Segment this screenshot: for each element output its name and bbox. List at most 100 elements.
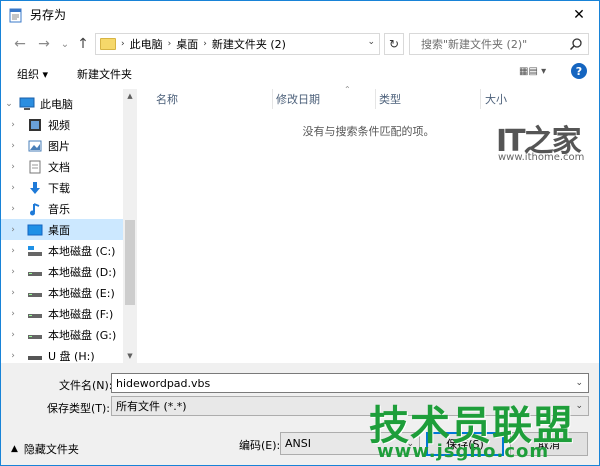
back-button[interactable]: ← (11, 35, 29, 53)
breadcrumb-separator-icon: › (203, 39, 207, 49)
tree-item-label: 本地磁盘 (G:) (48, 328, 117, 342)
scroll-up-icon[interactable]: ▲ (123, 89, 137, 103)
close-button[interactable]: ✕ (559, 1, 599, 28)
breadcrumb-desktop[interactable]: 桌面 (176, 36, 198, 52)
chevron-right-icon[interactable]: › (5, 246, 21, 256)
tree-item-label: 本地磁盘 (F:) (48, 307, 114, 321)
encoding-label: 编码(E): (239, 439, 281, 452)
drive-icon (27, 328, 43, 342)
tree-item-0[interactable]: ⌄ 此电脑 (1, 93, 123, 114)
jsgho-url: www.jsgho.com (377, 441, 550, 462)
chevron-right-icon[interactable]: › (5, 141, 21, 151)
column-type[interactable]: 类型 (376, 89, 481, 109)
up-button[interactable]: ↑ (74, 35, 92, 53)
drive-c-icon (27, 244, 43, 258)
hide-folders-label: 隐藏文件夹 (23, 443, 79, 456)
tree-item-label: 此电脑 (40, 97, 73, 111)
refresh-button[interactable]: ↻ (384, 33, 404, 55)
tree-item-1[interactable]: › 视频 (1, 114, 123, 135)
new-folder-button[interactable]: 新建文件夹 (77, 66, 132, 82)
filename-value: hidewordpad.vbs (116, 376, 211, 390)
tree-item-label: 下载 (48, 181, 70, 195)
up-arrow-icon: ↑ (77, 36, 89, 52)
desktop-icon (27, 223, 43, 237)
recent-locations-button[interactable]: ⌄ (56, 35, 74, 53)
tree-item-7[interactable]: › 本地磁盘 (C:) (1, 240, 123, 261)
chevron-right-icon[interactable]: › (5, 351, 21, 361)
document-icon (27, 160, 43, 174)
chevron-right-icon[interactable]: › (5, 225, 21, 235)
column-size[interactable]: 大小 (481, 89, 571, 109)
chevron-right-icon[interactable]: › (5, 330, 21, 340)
organize-menu[interactable]: 组织 ▾ (17, 66, 48, 82)
title-bar: 另存为 ✕ (1, 1, 599, 28)
chevron-down-icon[interactable]: ⌄ (1, 99, 17, 109)
breadcrumb-separator-icon: › (121, 39, 125, 49)
drive-icon (27, 286, 43, 300)
column-date-modified[interactable]: 修改日期 (273, 89, 376, 109)
filetype-dropdown-icon: ⌄ (575, 401, 583, 411)
tree-item-6[interactable]: › 桌面 (1, 219, 123, 240)
navigation-pane: ⌄ 此电脑 › 视频 › 图片 › 文档 › 下载 › 音乐 › 桌面 › 本地磁盘 (C:) › 本地磁盘 (D… (1, 89, 138, 363)
tree-item-label: 图片 (48, 139, 70, 153)
usb-drive-icon (27, 349, 43, 363)
scrollbar-thumb[interactable] (125, 220, 135, 305)
tree-item-label: 本地磁盘 (E:) (48, 286, 115, 300)
chevron-right-icon[interactable]: › (5, 183, 21, 193)
drive-icon (27, 307, 43, 321)
filetype-value: 所有文件 (*.*) (116, 400, 187, 413)
tree-item-label: 文档 (48, 160, 70, 174)
chevron-right-icon[interactable]: › (5, 204, 21, 214)
chevron-right-icon[interactable]: › (5, 288, 21, 298)
chevron-right-icon[interactable]: › (5, 309, 21, 319)
chevron-up-icon: ▲ (11, 444, 18, 454)
view-options-icon[interactable]: ▦▤ ▾ (519, 66, 547, 80)
tree-item-3[interactable]: › 文档 (1, 156, 123, 177)
filename-dropdown-icon[interactable]: ⌄ (575, 378, 583, 388)
search-input[interactable]: 搜索"新建文件夹 (2)" (409, 33, 589, 55)
column-name[interactable]: 名称 (138, 89, 273, 109)
folder-icon (100, 38, 116, 50)
download-icon (27, 181, 43, 195)
address-dropdown-icon[interactable]: ⌄ (367, 37, 375, 47)
save-options-panel: 文件名(N): hidewordpad.vbs ⌄ 保存类型(T): 所有文件 … (1, 363, 599, 465)
window-title: 另存为 (30, 8, 67, 22)
tree-item-label: 桌面 (48, 223, 70, 237)
picture-icon (27, 139, 43, 153)
tree-item-4[interactable]: › 下载 (1, 177, 123, 198)
scroll-down-icon[interactable]: ▼ (123, 349, 137, 363)
back-arrow-icon: ← (14, 36, 26, 52)
chevron-down-icon: ⌄ (60, 38, 70, 50)
notepad-icon (9, 8, 22, 22)
breadcrumb-current-folder[interactable]: 新建文件夹 (2) (212, 36, 286, 52)
tree-item-8[interactable]: › 本地磁盘 (D:) (1, 261, 123, 282)
help-icon[interactable]: ? (571, 63, 587, 79)
tree-item-5[interactable]: › 音乐 (1, 198, 123, 219)
breadcrumb-this-pc[interactable]: 此电脑 (130, 36, 163, 52)
tree-item-2[interactable]: › 图片 (1, 135, 123, 156)
video-icon (27, 118, 43, 132)
filetype-label: 保存类型(T): (47, 402, 111, 415)
search-placeholder: 搜索"新建文件夹 (2)" (421, 38, 528, 51)
tree-item-label: 视频 (48, 118, 70, 132)
music-icon (27, 202, 43, 216)
refresh-icon: ↻ (388, 37, 400, 51)
ithome-url: www.ithome.com (498, 152, 585, 163)
tree-item-label: 本地磁盘 (C:) (48, 244, 116, 258)
hide-folders-toggle[interactable]: ▲ 隐藏文件夹 (11, 441, 79, 457)
search-icon (569, 38, 582, 51)
tree-item-label: 本地磁盘 (D:) (48, 265, 117, 279)
tree-item-9[interactable]: › 本地磁盘 (E:) (1, 282, 123, 303)
chevron-right-icon[interactable]: › (5, 162, 21, 172)
chevron-right-icon[interactable]: › (5, 267, 21, 277)
address-bar[interactable]: › 此电脑 › 桌面 › 新建文件夹 (2) ⌄ (95, 33, 380, 55)
forward-button[interactable]: → (35, 35, 53, 53)
tree-item-label: 音乐 (48, 202, 70, 216)
filename-field[interactable]: hidewordpad.vbs ⌄ (111, 373, 589, 393)
filename-label: 文件名(N): (59, 379, 113, 392)
computer-icon (19, 97, 35, 111)
breadcrumb-separator-icon: › (167, 39, 172, 49)
tree-item-11[interactable]: › 本地磁盘 (G:) (1, 324, 123, 345)
chevron-right-icon[interactable]: › (5, 120, 21, 130)
tree-item-10[interactable]: › 本地磁盘 (F:) (1, 303, 123, 324)
